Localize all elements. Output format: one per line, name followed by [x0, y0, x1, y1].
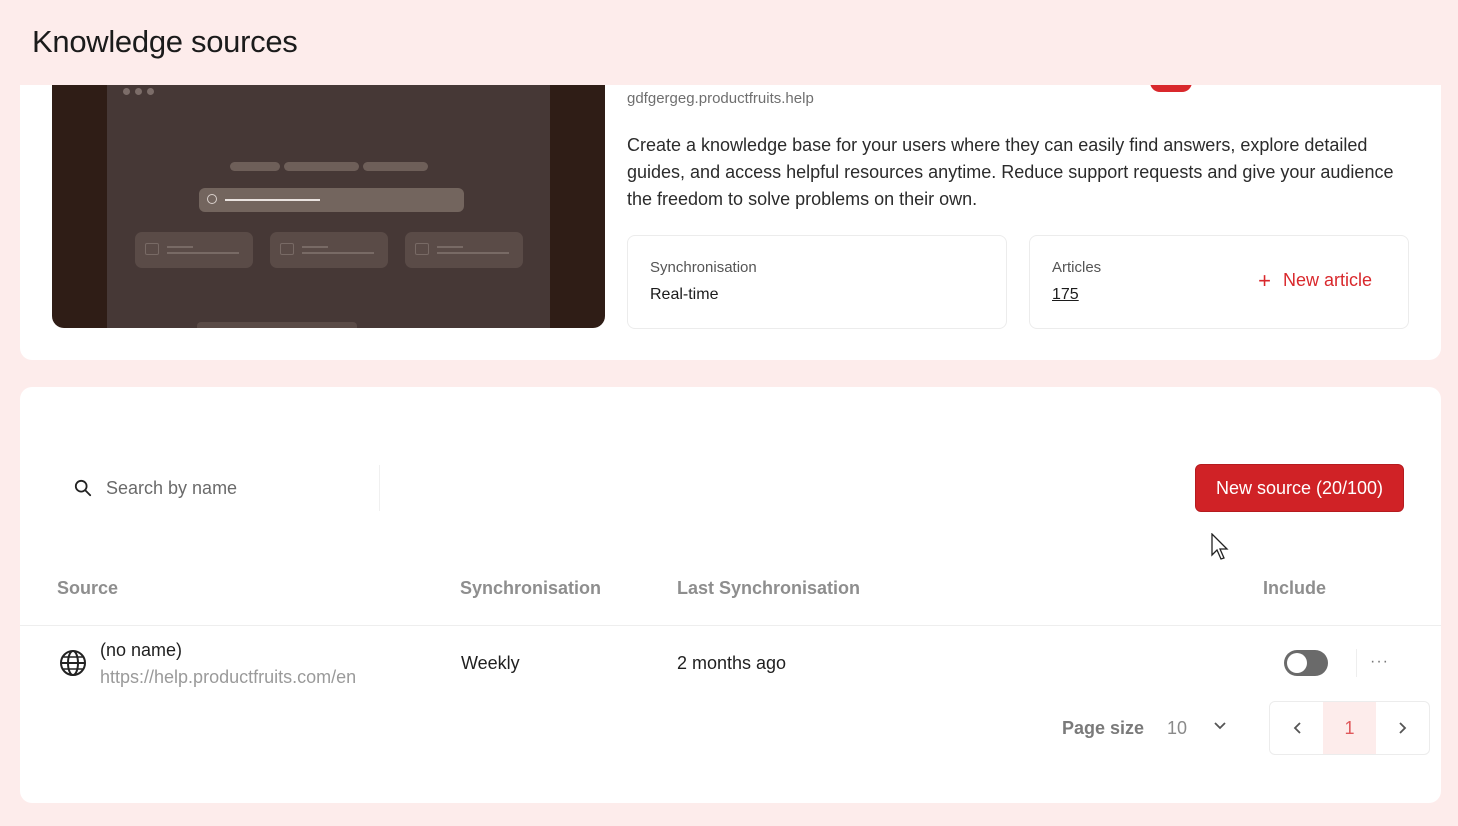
column-header-include[interactable]: Include [1263, 578, 1326, 599]
mouse-cursor-icon [1211, 533, 1229, 560]
more-options-icon[interactable]: ··· [1370, 653, 1389, 671]
source-url[interactable]: https://help.productfruits.com/en [100, 667, 356, 688]
column-header-source[interactable]: Source [57, 578, 118, 599]
previous-page-button[interactable] [1270, 702, 1323, 754]
plus-icon: + [1258, 267, 1271, 293]
pagination: 1 [1269, 701, 1430, 755]
window-dots-icon [123, 88, 154, 95]
page-size-label: Page size [1062, 718, 1145, 738]
table-divider [20, 625, 1441, 626]
source-synchronisation: Weekly [461, 653, 520, 673]
source-name: (no name) [100, 640, 183, 660]
synchronisation-label: Synchronisation [650, 259, 757, 276]
page-header: Knowledge sources [0, 0, 1458, 85]
new-source-button[interactable]: New source (20/100) [1195, 464, 1404, 512]
sources-card: New source (20/100) Source Synchronisati… [20, 387, 1441, 803]
preview-search-bar [199, 188, 464, 212]
page-size-value: 10 [1167, 718, 1188, 738]
column-header-synchronisation[interactable]: Synchronisation [460, 578, 601, 599]
knowledge-base-preview-image [52, 70, 605, 328]
synchronisation-stat: Synchronisation Real-time [627, 235, 1007, 329]
globe-icon [60, 650, 86, 676]
column-header-last-synchronisation[interactable]: Last Synchronisation [677, 578, 860, 599]
articles-stat: Articles 175 + New article [1029, 235, 1409, 329]
knowledge-base-description: Create a knowledge base for your users w… [627, 135, 1394, 209]
new-article-button[interactable]: + New article [1258, 267, 1372, 293]
articles-count-link[interactable]: 175 [1052, 286, 1079, 304]
articles-label: Articles [1052, 259, 1102, 276]
search-icon [74, 479, 92, 497]
next-page-button[interactable] [1376, 702, 1429, 754]
chevron-right-icon [1398, 722, 1406, 734]
page-button-current[interactable]: 1 [1323, 702, 1376, 754]
source-last-synchronisation: 2 months ago [677, 653, 787, 673]
search-box [58, 465, 380, 511]
include-toggle[interactable] [1284, 650, 1328, 676]
new-article-label: New article [1282, 270, 1372, 290]
page-size-select[interactable]: 10 [1163, 705, 1243, 751]
chevron-down-icon [1214, 722, 1226, 730]
synchronisation-value: Real-time [650, 286, 719, 303]
knowledge-base-url: gdfgergeg.productfruits.help [627, 90, 814, 107]
knowledge-base-card: gdfgergeg.productfruits.help Create a kn… [20, 40, 1441, 360]
search-input[interactable] [106, 473, 366, 503]
page-title: Knowledge sources [32, 24, 298, 59]
chevron-left-icon [1293, 722, 1301, 734]
